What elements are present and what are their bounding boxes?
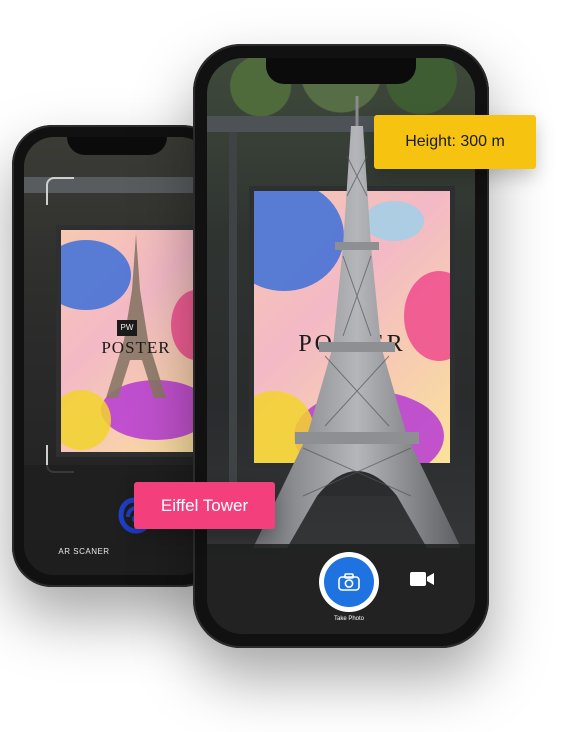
ar-scanner-label: AR SCANER: [58, 547, 110, 556]
height-key: Height:: [405, 133, 456, 150]
back-poster: PW POSTER: [56, 225, 210, 457]
shelter-post: [229, 132, 237, 512]
poster-initials-box: PW: [117, 320, 137, 336]
video-camera-icon[interactable]: [409, 570, 435, 588]
object-name-label: Eiffel Tower: [134, 482, 275, 529]
take-photo-button[interactable]: [319, 552, 379, 612]
camera-icon: [338, 573, 360, 591]
back-poster-title: POSTER: [101, 338, 171, 357]
back-phone-notch: [67, 137, 167, 155]
object-name-text: Eiffel Tower: [160, 495, 249, 515]
take-photo-label: Take Photo: [333, 616, 365, 622]
height-label: Height: 300 m: [374, 115, 536, 169]
front-phone-notch: [266, 58, 416, 84]
scan-bracket-top-left: [46, 177, 74, 205]
small-eiffel-tower: [106, 234, 166, 398]
height-value: 300 m: [460, 133, 505, 150]
poster-initials: PW: [120, 323, 134, 332]
